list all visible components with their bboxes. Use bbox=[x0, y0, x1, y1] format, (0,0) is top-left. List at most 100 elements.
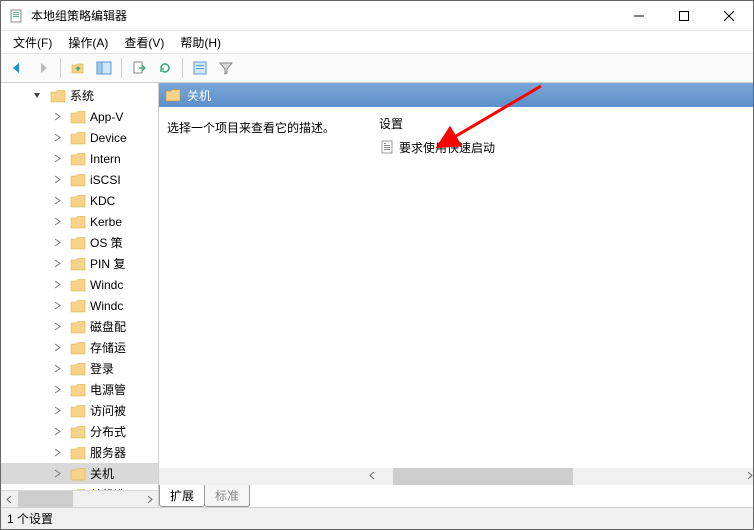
scrollbar-thumb[interactable] bbox=[393, 468, 573, 485]
description-text: 选择一个项目来查看它的描述。 bbox=[167, 121, 335, 135]
folder-icon bbox=[70, 236, 86, 250]
folder-icon bbox=[70, 215, 86, 229]
scroll-right-icon[interactable] bbox=[746, 468, 753, 485]
scroll-right-icon[interactable] bbox=[141, 491, 158, 508]
tree-item[interactable]: 访问被 bbox=[1, 400, 158, 421]
minimize-button[interactable] bbox=[616, 1, 661, 30]
chevron-right-icon[interactable] bbox=[52, 468, 63, 479]
chevron-right-icon[interactable] bbox=[52, 279, 63, 290]
chevron-right-icon[interactable] bbox=[52, 195, 63, 206]
scroll-left-icon[interactable] bbox=[1, 491, 18, 508]
tree-item[interactable]: KDC bbox=[1, 190, 158, 211]
refresh-button[interactable] bbox=[153, 56, 177, 80]
folder-icon bbox=[70, 362, 86, 376]
settings-column: 设置 要求使用快速启动 bbox=[377, 115, 753, 468]
tree-item[interactable]: 关机 bbox=[1, 463, 158, 484]
titlebar: 本地组策略编辑器 bbox=[1, 1, 753, 31]
tab-standard[interactable]: 标准 bbox=[204, 485, 250, 507]
setting-item-label: 要求使用快速启动 bbox=[399, 139, 495, 156]
menu-view[interactable]: 查看(V) bbox=[116, 32, 172, 53]
properties-button[interactable] bbox=[188, 56, 212, 80]
scroll-left-icon[interactable] bbox=[369, 468, 376, 485]
setting-item[interactable]: 要求使用快速启动 bbox=[377, 137, 753, 157]
tree-item[interactable]: Windc bbox=[1, 274, 158, 295]
folder-icon bbox=[70, 278, 86, 292]
chevron-right-icon[interactable] bbox=[52, 258, 63, 269]
tree-item[interactable]: iSCSI bbox=[1, 169, 158, 190]
tree-pane: 系统 App-V Device Intern iSCSI KDC Kerbe OS 策 PIN… bbox=[1, 83, 159, 507]
tree-item[interactable]: 登录 bbox=[1, 358, 158, 379]
maximize-button[interactable] bbox=[661, 1, 706, 30]
chevron-down-icon[interactable] bbox=[32, 90, 43, 101]
chevron-right-icon[interactable] bbox=[52, 300, 63, 311]
tree-item[interactable]: OS 策 bbox=[1, 232, 158, 253]
folder-icon bbox=[70, 173, 86, 187]
chevron-right-icon[interactable] bbox=[52, 363, 63, 374]
scrollbar-thumb[interactable] bbox=[18, 491, 73, 508]
menu-file[interactable]: 文件(F) bbox=[5, 32, 60, 53]
tree-item[interactable]: Device bbox=[1, 127, 158, 148]
forward-button[interactable] bbox=[31, 56, 55, 80]
policy-icon bbox=[379, 139, 395, 155]
detail-header: 关机 bbox=[159, 83, 753, 107]
folder-icon bbox=[70, 257, 86, 271]
tree-item-label: PIN 复 bbox=[90, 255, 125, 272]
tree-item[interactable]: App-V bbox=[1, 106, 158, 127]
detail-tabs: 扩展 标准 bbox=[159, 485, 753, 507]
tree-horizontal-scrollbar[interactable] bbox=[1, 490, 158, 507]
tree-item-label: Device bbox=[90, 131, 127, 145]
tree-item[interactable]: 分布式 bbox=[1, 421, 158, 442]
window-title: 本地组策略编辑器 bbox=[31, 7, 616, 24]
folder-icon bbox=[70, 383, 86, 397]
tree-item-label: 分布式 bbox=[90, 423, 126, 440]
chevron-right-icon[interactable] bbox=[52, 321, 63, 332]
tree-item[interactable]: 存储运 bbox=[1, 337, 158, 358]
tree-item-label: 关机 bbox=[90, 465, 114, 482]
tree-item[interactable]: 电源管 bbox=[1, 379, 158, 400]
folder-icon bbox=[70, 299, 86, 313]
tree-item[interactable]: 服务器 bbox=[1, 442, 158, 463]
chevron-right-icon[interactable] bbox=[52, 216, 63, 227]
chevron-right-icon[interactable] bbox=[52, 174, 63, 185]
tree-item[interactable]: PIN 复 bbox=[1, 253, 158, 274]
settings-column-header[interactable]: 设置 bbox=[377, 115, 753, 137]
tree-item[interactable]: 磁盘配 bbox=[1, 316, 158, 337]
tree-item-label: Kerbe bbox=[90, 215, 122, 229]
tree-item-label: KDC bbox=[90, 194, 115, 208]
tree-item-label: Windc bbox=[90, 278, 123, 292]
chevron-right-icon[interactable] bbox=[52, 237, 63, 248]
tree-item[interactable]: Intern bbox=[1, 148, 158, 169]
tree-item-label: 磁盘配 bbox=[90, 318, 126, 335]
tree-item[interactable]: Kerbe bbox=[1, 211, 158, 232]
tree-item-label: Intern bbox=[90, 152, 121, 166]
folder-icon bbox=[50, 89, 66, 103]
chevron-right-icon[interactable] bbox=[52, 405, 63, 416]
tree-item[interactable]: Windc bbox=[1, 295, 158, 316]
tree-body[interactable]: 系统 App-V Device Intern iSCSI KDC Kerbe OS 策 PIN… bbox=[1, 83, 158, 490]
detail-horizontal-scrollbar[interactable] bbox=[159, 468, 753, 485]
close-button[interactable] bbox=[706, 1, 751, 30]
chevron-right-icon[interactable] bbox=[52, 447, 63, 458]
tree-item-root[interactable]: 系统 bbox=[1, 85, 158, 106]
detail-pane: 关机 选择一个项目来查看它的描述。 设置 要求使用快速启动 bbox=[159, 83, 753, 507]
menu-help[interactable]: 帮助(H) bbox=[172, 32, 229, 53]
tab-extended[interactable]: 扩展 bbox=[159, 485, 205, 507]
chevron-right-icon[interactable] bbox=[52, 342, 63, 353]
chevron-right-icon[interactable] bbox=[52, 426, 63, 437]
chevron-right-icon[interactable] bbox=[52, 111, 63, 122]
chevron-right-icon[interactable] bbox=[52, 153, 63, 164]
show-tree-button[interactable] bbox=[92, 56, 116, 80]
export-button[interactable] bbox=[127, 56, 151, 80]
folder-icon bbox=[70, 425, 86, 439]
menu-action[interactable]: 操作(A) bbox=[60, 32, 116, 53]
folder-icon bbox=[70, 320, 86, 334]
up-button[interactable] bbox=[66, 56, 90, 80]
chevron-right-icon[interactable] bbox=[52, 384, 63, 395]
filter-button[interactable] bbox=[214, 56, 238, 80]
folder-icon bbox=[70, 446, 86, 460]
menubar: 文件(F) 操作(A) 查看(V) 帮助(H) bbox=[1, 31, 753, 53]
folder-icon bbox=[70, 467, 86, 481]
folder-icon bbox=[165, 88, 181, 102]
back-button[interactable] bbox=[5, 56, 29, 80]
chevron-right-icon[interactable] bbox=[52, 132, 63, 143]
